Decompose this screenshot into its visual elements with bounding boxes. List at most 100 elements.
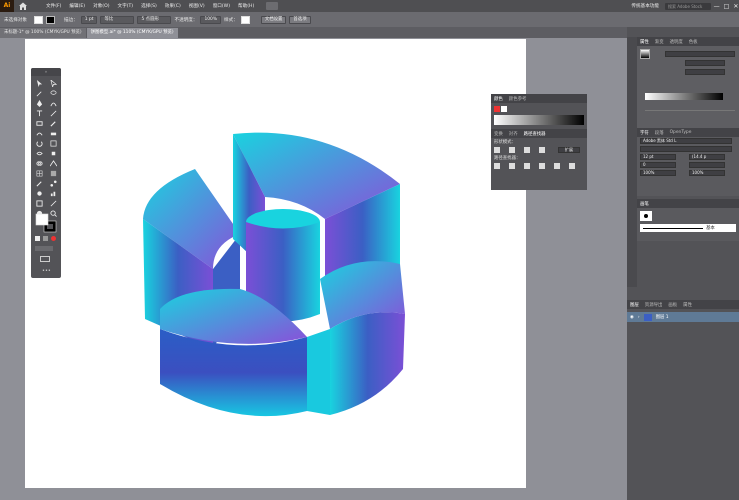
brush-select[interactable]: 5 点圆形 bbox=[137, 15, 172, 24]
menu-help[interactable]: 帮助(H) bbox=[238, 3, 254, 9]
color-swatch-pair[interactable] bbox=[494, 106, 508, 113]
font-family-field[interactable]: Adobe 黑体 Std L bbox=[640, 138, 732, 144]
selection-tool-icon[interactable] bbox=[34, 79, 45, 87]
direct-selection-tool-icon[interactable] bbox=[48, 79, 59, 87]
tab-opentype[interactable]: OpenType bbox=[670, 130, 692, 135]
mesh-tool-icon[interactable] bbox=[34, 169, 45, 177]
lasso-icon[interactable] bbox=[48, 89, 59, 97]
merge-icon[interactable] bbox=[524, 163, 530, 169]
menu-select[interactable]: 选择(S) bbox=[141, 3, 157, 9]
tab-color-guide[interactable]: 颜色参考 bbox=[509, 96, 527, 102]
layer-name[interactable]: 图层 1 bbox=[656, 314, 669, 320]
home-icon[interactable] bbox=[18, 1, 28, 11]
expand-button[interactable]: 扩展 bbox=[558, 147, 580, 153]
brush-dot-swatch[interactable] bbox=[640, 211, 652, 221]
workspace-switcher-icon[interactable] bbox=[266, 2, 279, 10]
width-tool-icon[interactable] bbox=[34, 149, 45, 157]
trim-icon[interactable] bbox=[509, 163, 515, 169]
maximize-icon[interactable]: □ bbox=[724, 3, 730, 10]
style-swatch[interactable] bbox=[240, 15, 250, 24]
tab-pathfinder[interactable]: 路径查找器 bbox=[524, 131, 546, 137]
more-tools-icon[interactable]: ••• bbox=[42, 268, 51, 274]
pen-tool-icon[interactable] bbox=[34, 99, 45, 107]
menu-file[interactable]: 文件(F) bbox=[46, 3, 61, 9]
search-input[interactable]: 搜索 Adobe Stock bbox=[665, 2, 711, 10]
fill-stroke-swatches[interactable] bbox=[34, 213, 58, 233]
unite-icon[interactable] bbox=[494, 147, 500, 153]
gradient-ratio-field[interactable] bbox=[685, 69, 725, 75]
minus-back-icon[interactable] bbox=[569, 163, 575, 169]
menu-window[interactable]: 窗口(W) bbox=[213, 3, 230, 9]
tab-asset-export[interactable]: 资源导出 bbox=[645, 302, 663, 308]
minimize-icon[interactable]: — bbox=[714, 3, 720, 10]
menu-effect[interactable]: 效果(C) bbox=[165, 3, 181, 9]
tab-untitled[interactable]: 未标题-1* @ 100% (CMYK/GPU 预览) bbox=[0, 28, 86, 38]
fill-swatch[interactable] bbox=[33, 15, 43, 24]
gradient-stop-controls[interactable] bbox=[645, 105, 735, 111]
screen-mode-icon[interactable] bbox=[40, 256, 50, 262]
menu-type[interactable]: 文字(T) bbox=[118, 3, 134, 9]
tab-gradient[interactable]: 渐变 bbox=[655, 39, 664, 45]
tab-layers[interactable]: 图层 bbox=[630, 302, 639, 308]
vertical-scale-field[interactable]: 100% bbox=[640, 170, 676, 176]
kerning-field[interactable] bbox=[689, 162, 725, 168]
tab-transform[interactable]: 变换 bbox=[494, 131, 503, 137]
pie-segment-right[interactable] bbox=[307, 261, 405, 415]
stroke-swatch[interactable] bbox=[45, 15, 55, 24]
tracking-field[interactable]: 0 bbox=[640, 162, 676, 168]
tab-brushes[interactable]: 画笔 bbox=[640, 201, 649, 207]
gradient-angle-field[interactable] bbox=[685, 60, 725, 66]
font-size-field[interactable]: 12 pt bbox=[640, 154, 676, 160]
variable-width-select[interactable]: 等比 bbox=[100, 15, 135, 24]
shaper-tool-icon[interactable] bbox=[34, 129, 45, 137]
tab-align[interactable]: 对齐 bbox=[509, 131, 518, 137]
rotate-tool-icon[interactable] bbox=[34, 139, 45, 147]
color-spectrum-bar[interactable] bbox=[494, 115, 584, 125]
brush-basic-row[interactable]: 基本 bbox=[640, 224, 736, 232]
expand-arrow-icon[interactable]: › bbox=[638, 315, 640, 320]
type-tool-icon[interactable] bbox=[34, 109, 45, 117]
magic-wand-icon[interactable] bbox=[34, 89, 45, 97]
close-icon[interactable]: ✕ bbox=[733, 3, 738, 10]
tab-character[interactable]: 字符 bbox=[640, 130, 649, 136]
shape-builder-icon[interactable] bbox=[34, 159, 45, 167]
crop-icon[interactable] bbox=[539, 163, 545, 169]
free-transform-icon[interactable] bbox=[48, 149, 59, 157]
minus-front-icon[interactable] bbox=[509, 147, 515, 153]
document-setup-button[interactable]: 文档设置 bbox=[260, 15, 287, 24]
perspective-grid-icon[interactable] bbox=[48, 159, 59, 167]
menu-object[interactable]: 对象(O) bbox=[93, 3, 109, 9]
slice-tool-icon[interactable] bbox=[48, 199, 59, 207]
tab-color[interactable]: 颜色 bbox=[494, 96, 503, 102]
eyedropper-tool-icon[interactable] bbox=[34, 179, 45, 187]
artboard[interactable] bbox=[25, 39, 526, 488]
tab-paragraph[interactable]: 段落 bbox=[655, 130, 664, 136]
rectangle-tool-icon[interactable] bbox=[34, 119, 45, 127]
none-mode-icon[interactable] bbox=[51, 236, 56, 241]
gradient-tool-icon[interactable] bbox=[48, 169, 59, 177]
menu-edit[interactable]: 编辑(E) bbox=[69, 3, 85, 9]
line-tool-icon[interactable] bbox=[48, 109, 59, 117]
menu-view[interactable]: 视图(V) bbox=[189, 3, 205, 9]
outline-icon[interactable] bbox=[554, 163, 560, 169]
paintbrush-tool-icon[interactable] bbox=[48, 119, 59, 127]
blend-tool-icon[interactable] bbox=[48, 179, 59, 187]
gradient-thumbnail[interactable] bbox=[640, 49, 650, 59]
eraser-tool-icon[interactable] bbox=[48, 129, 59, 137]
divide-icon[interactable] bbox=[494, 163, 500, 169]
pie-chart-artwork[interactable] bbox=[25, 39, 526, 488]
artboard-tool-icon[interactable] bbox=[34, 199, 45, 207]
horizontal-scale-field[interactable]: 100% bbox=[689, 170, 725, 176]
tab-swatches[interactable]: 色板 bbox=[689, 39, 698, 45]
exclude-icon[interactable] bbox=[539, 147, 545, 153]
tab-properties[interactable]: 属性 bbox=[640, 39, 649, 45]
workspace-essentials[interactable]: 传统基本功能 bbox=[631, 3, 659, 9]
preferences-button[interactable]: 首选项 bbox=[289, 15, 311, 24]
gradient-mode-icon[interactable] bbox=[43, 236, 48, 241]
intersect-icon[interactable] bbox=[524, 147, 530, 153]
scale-tool-icon[interactable] bbox=[48, 139, 59, 147]
gradient-type-field[interactable] bbox=[665, 51, 735, 57]
tab-transparency[interactable]: 透明度 bbox=[670, 39, 683, 45]
tab-artboards[interactable]: 画板 bbox=[668, 302, 677, 308]
leading-field[interactable]: (14.4 p bbox=[689, 154, 725, 160]
